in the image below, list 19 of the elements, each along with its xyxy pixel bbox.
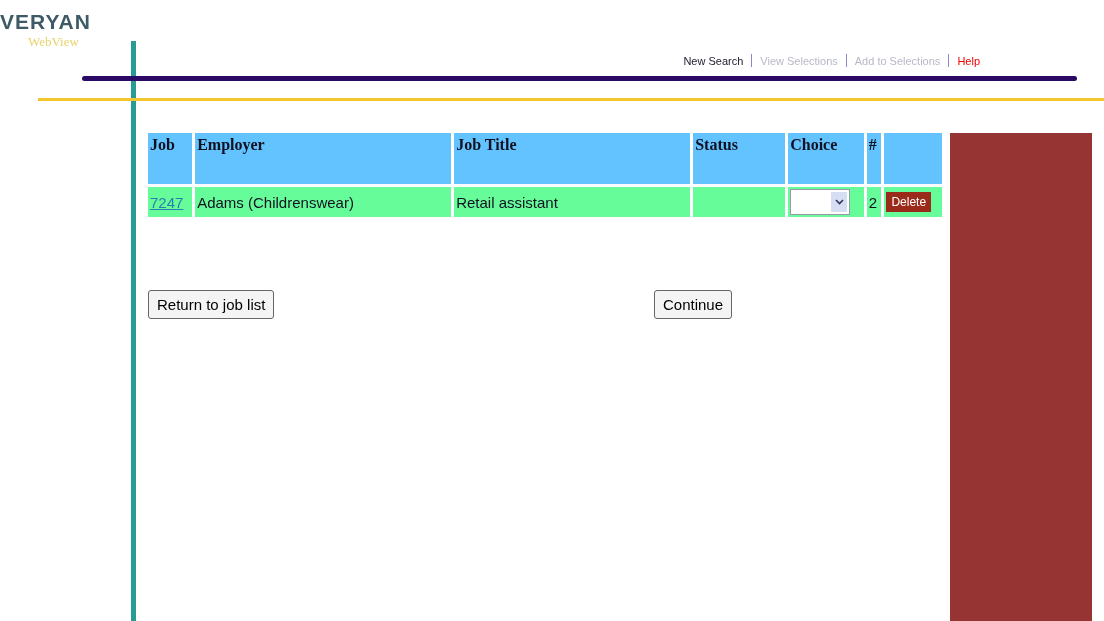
column-header: Job [148, 133, 193, 184]
column-header: Job Title [454, 133, 691, 184]
caret-icon [831, 192, 848, 212]
table-cell: Retail assistant [454, 187, 691, 217]
table-cell: Adams (Childrenswear) [195, 187, 452, 217]
column-header: # [866, 133, 882, 184]
return-button[interactable]: Return to job list [148, 290, 275, 319]
column-header: Employer [195, 133, 452, 184]
logo-product: WebView [28, 34, 80, 50]
nav-link[interactable]: New Search [683, 54, 744, 67]
logo-brand: VERYAN [0, 10, 91, 34]
table-cell: 2 [866, 187, 882, 217]
column-header: Status [693, 133, 786, 184]
choice-dropdown[interactable] [790, 189, 851, 215]
column-header: Choice [788, 133, 864, 184]
column-header [884, 133, 942, 184]
continue-button[interactable]: Continue [653, 290, 732, 319]
delete-button[interactable]: Delete [886, 192, 932, 212]
nav-link[interactable]: Help [957, 54, 980, 67]
